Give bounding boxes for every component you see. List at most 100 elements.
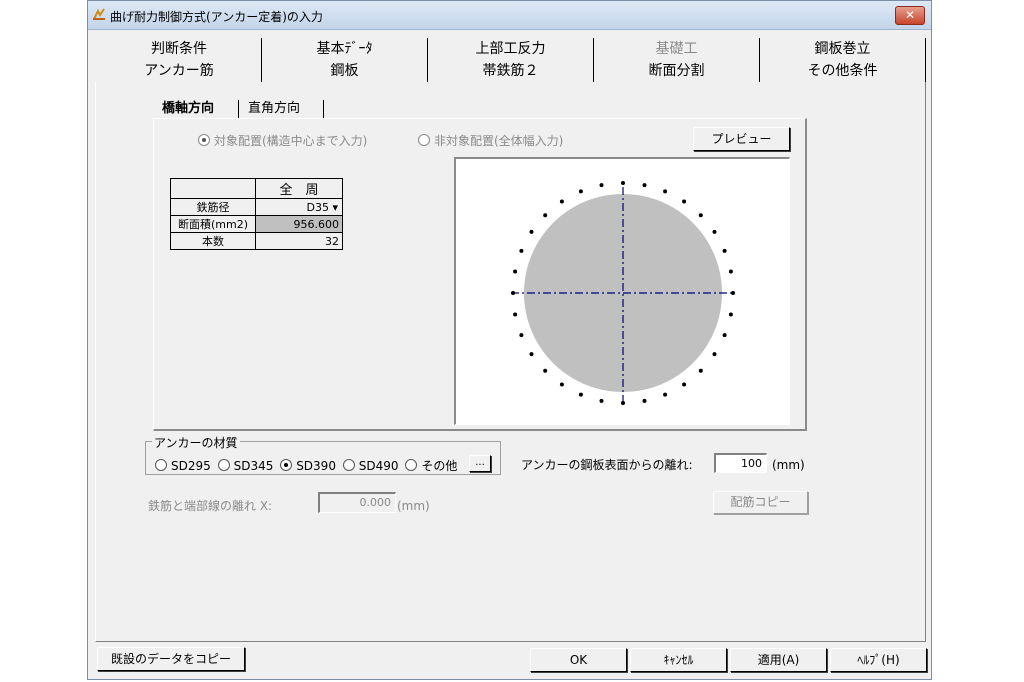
tab-section-division[interactable]: 断面分割 bbox=[594, 60, 760, 82]
rebar-dot bbox=[559, 382, 564, 387]
rebar-dot bbox=[578, 189, 583, 194]
cancel-button[interactable]: ｷｬﾝｾﾙ bbox=[630, 648, 727, 672]
radio-sd390[interactable]: SD390 bbox=[280, 459, 336, 473]
rebar-dot bbox=[529, 352, 534, 357]
rebar-dot bbox=[513, 269, 518, 274]
rebar-dot bbox=[712, 352, 717, 357]
rebar-dot bbox=[682, 382, 687, 387]
rebar-dot bbox=[663, 189, 668, 194]
row-label-count: 本数 bbox=[170, 232, 256, 250]
rebar-dot bbox=[599, 183, 604, 188]
edge-distance-label: 鉄筋と端部線の離れ X: bbox=[148, 499, 273, 513]
title-bar: 曲げ耐力制御方式(アンカー定着)の入力 ✕ bbox=[88, 1, 931, 30]
rebar-dot bbox=[529, 229, 534, 234]
preview-pane bbox=[454, 157, 790, 425]
rebar-dot bbox=[559, 199, 564, 204]
rebar-dot bbox=[578, 392, 583, 397]
rebar-dot bbox=[682, 199, 687, 204]
rebar-dot bbox=[642, 183, 647, 188]
rebar-dot bbox=[731, 291, 735, 295]
tab-other-conditions[interactable]: その他条件 bbox=[760, 60, 926, 82]
radio-sd345[interactable]: SD345 bbox=[217, 459, 274, 473]
subtab-divider bbox=[238, 100, 239, 118]
tab-judgment-conditions[interactable]: 判断条件 bbox=[97, 38, 262, 60]
tab-steel-plate[interactable]: 鋼板 bbox=[262, 60, 428, 82]
anchor-distance-input[interactable]: 100 bbox=[714, 453, 767, 473]
rebar-dot bbox=[722, 248, 727, 253]
radio-sd295-indicator[interactable] bbox=[155, 459, 167, 471]
radio-symmetric[interactable]: 対象配置(構造中心まで入力) bbox=[198, 132, 367, 149]
radio-other-indicator[interactable] bbox=[405, 459, 418, 471]
radio-sd295[interactable]: SD295 bbox=[155, 459, 211, 473]
radio-asymmetric[interactable]: 非対象配置(全体幅入力) bbox=[418, 132, 563, 149]
ok-button[interactable]: OK bbox=[530, 648, 627, 672]
table-corner bbox=[170, 178, 256, 199]
copy-rebar-button[interactable]: 配筋コピー bbox=[713, 491, 808, 514]
material-legend: アンカーの材質 bbox=[152, 434, 240, 451]
anchor-distance-label: アンカーの鋼板表面からの離れ: bbox=[521, 458, 693, 472]
area-value: 956.600 bbox=[255, 215, 343, 233]
chevron-down-icon[interactable]: ▾ bbox=[332, 201, 338, 214]
radio-sd345-indicator[interactable] bbox=[217, 459, 230, 471]
radio-symmetric-label: 対象配置(構造中心まで入力) bbox=[214, 134, 368, 148]
rebar-dot bbox=[698, 213, 703, 218]
preview-button[interactable]: プレビュー bbox=[693, 127, 790, 151]
radio-sd390-indicator[interactable] bbox=[280, 459, 293, 471]
rebar-table: 全 周 鉄筋径 D35 ▾ 断面積(mm2) 956.600 本数 32 bbox=[170, 178, 343, 250]
radio-other[interactable]: その他 bbox=[405, 459, 457, 473]
tab-hoop-bars-2[interactable]: 帯鉄筋２ bbox=[428, 60, 594, 82]
subtab-divider-2 bbox=[323, 100, 324, 118]
radio-symmetric-indicator[interactable] bbox=[198, 134, 210, 146]
help-button[interactable]: ﾍﾙﾌﾟ(H) bbox=[830, 648, 927, 672]
rebar-dot bbox=[722, 333, 727, 338]
radio-asymmetric-indicator[interactable] bbox=[418, 134, 430, 146]
radio-sd295-label: SD295 bbox=[171, 459, 211, 473]
rebar-dot bbox=[642, 398, 647, 403]
tab-steel-jacketing[interactable]: 鋼板巻立 bbox=[760, 38, 926, 60]
diameter-value: D35 bbox=[306, 200, 329, 214]
rebar-dot bbox=[543, 213, 548, 218]
rebar-dot bbox=[621, 181, 625, 185]
material-options: SD295 SD345 SD390 SD490 その他 bbox=[155, 457, 457, 474]
rebar-dot bbox=[621, 401, 625, 405]
window-title: 曲げ耐力制御方式(アンカー定着)の入力 bbox=[110, 10, 323, 24]
edge-distance-input[interactable]: 0.000 bbox=[318, 492, 396, 513]
material-more-button[interactable]: ... bbox=[469, 455, 491, 472]
subtab-bridge-axis[interactable]: 橋軸方向 bbox=[162, 98, 214, 120]
tab-superstructure-reaction[interactable]: 上部工反力 bbox=[428, 38, 594, 60]
rebar-dot bbox=[513, 312, 518, 317]
radio-sd490[interactable]: SD490 bbox=[342, 459, 399, 473]
radio-sd490-label: SD490 bbox=[358, 459, 399, 473]
rebar-dot bbox=[712, 229, 717, 234]
rebar-dot bbox=[543, 368, 548, 373]
subtab-perpendicular[interactable]: 直角方向 bbox=[248, 98, 300, 120]
tab-anchor-bars[interactable]: アンカー筋 bbox=[97, 60, 262, 82]
rebar-dot bbox=[599, 398, 604, 403]
rebar-dot bbox=[728, 312, 733, 317]
rebar-layout-diagram bbox=[511, 181, 735, 405]
radio-sd490-indicator[interactable] bbox=[342, 459, 355, 471]
close-button[interactable]: ✕ bbox=[895, 6, 925, 25]
diameter-select[interactable]: D35 ▾ bbox=[255, 198, 343, 216]
row-label-area: 断面積(mm2) bbox=[170, 215, 256, 233]
column-header-all-around: 全 周 bbox=[255, 178, 343, 199]
radio-sd390-label: SD390 bbox=[296, 459, 336, 473]
table-row: 鉄筋径 D35 ▾ bbox=[170, 198, 343, 216]
row-label-diameter: 鉄筋径 bbox=[170, 198, 256, 216]
count-input[interactable]: 32 bbox=[255, 232, 343, 250]
table-row: 本数 32 bbox=[170, 232, 343, 250]
tab-foundation[interactable]: 基礎工 bbox=[594, 38, 760, 60]
rebar-dot bbox=[519, 248, 524, 253]
app-icon bbox=[93, 8, 105, 20]
rebar-dot bbox=[698, 368, 703, 373]
apply-button[interactable]: 適用(A) bbox=[730, 648, 827, 672]
tab-basic-data[interactable]: 基本ﾃﾞｰﾀ bbox=[262, 38, 428, 60]
radio-sd345-label: SD345 bbox=[233, 459, 274, 473]
rebar-dot bbox=[728, 269, 733, 274]
table-row: 断面積(mm2) 956.600 bbox=[170, 215, 343, 233]
rebar-dot bbox=[511, 291, 515, 295]
edge-distance-unit: (mm) bbox=[397, 499, 430, 513]
copy-existing-data-button[interactable]: 既設のデータをコピー bbox=[97, 647, 245, 671]
rebar-dot bbox=[519, 333, 524, 338]
anchor-distance-unit: (mm) bbox=[772, 458, 805, 472]
